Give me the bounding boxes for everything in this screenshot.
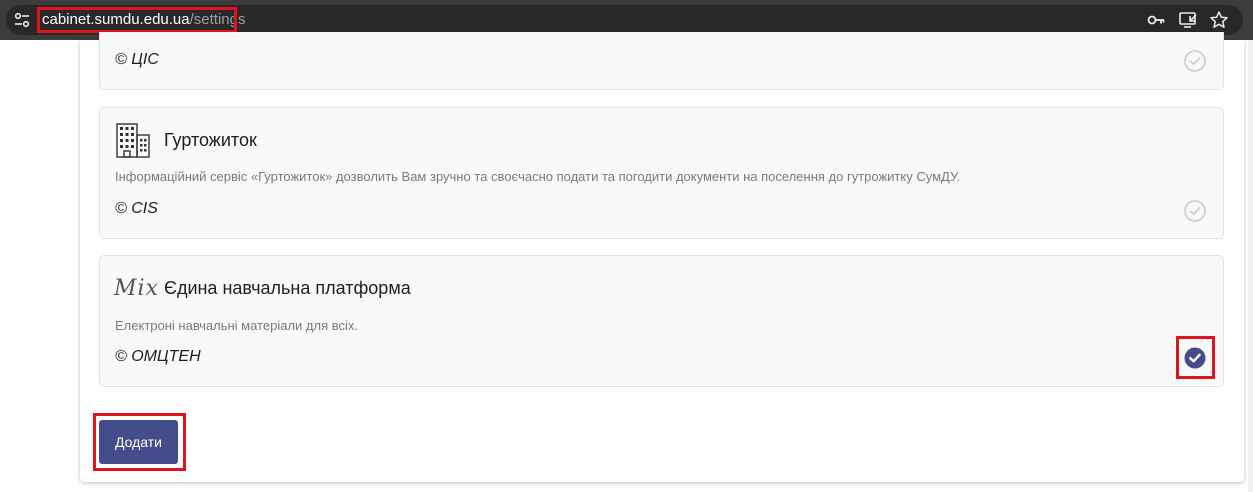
building-icon	[116, 123, 150, 158]
install-app-icon[interactable]	[1178, 10, 1198, 30]
card-title: Гуртожиток	[164, 130, 257, 150]
card-title: Єдина навчальна платформа	[164, 278, 411, 298]
card-copyright: © CIS	[115, 200, 158, 217]
url-highlight-box	[37, 7, 237, 33]
star-icon[interactable]	[1209, 10, 1229, 30]
key-icon[interactable]	[1146, 10, 1166, 30]
card-copyright: © ОМЦТЕН	[115, 348, 201, 365]
service-card-mix[interactable]: Mix Єдина навчальна платформа Електроні …	[99, 255, 1224, 387]
site-settings-icon[interactable]	[13, 11, 31, 29]
add-button[interactable]: Додати	[99, 420, 178, 464]
scrollbar-track[interactable]	[1248, 40, 1253, 492]
card-description: Електроні навчальні матеріали для всіх.	[115, 318, 358, 333]
check-circle-icon[interactable]	[1184, 200, 1206, 222]
check-highlight-box	[1176, 336, 1215, 379]
card-copyright: © ЦІС	[115, 51, 159, 68]
service-card-dormitory[interactable]: Гуртожиток Інформаційний сервіс «Гуртожи…	[99, 107, 1224, 239]
card-description: Інформаційний сервіс «Гуртожиток» дозвол…	[115, 169, 961, 184]
mix-logo: Mix	[114, 276, 159, 301]
check-circle-icon[interactable]	[1184, 50, 1206, 72]
service-card-cis[interactable]: © ЦІС	[99, 32, 1224, 90]
